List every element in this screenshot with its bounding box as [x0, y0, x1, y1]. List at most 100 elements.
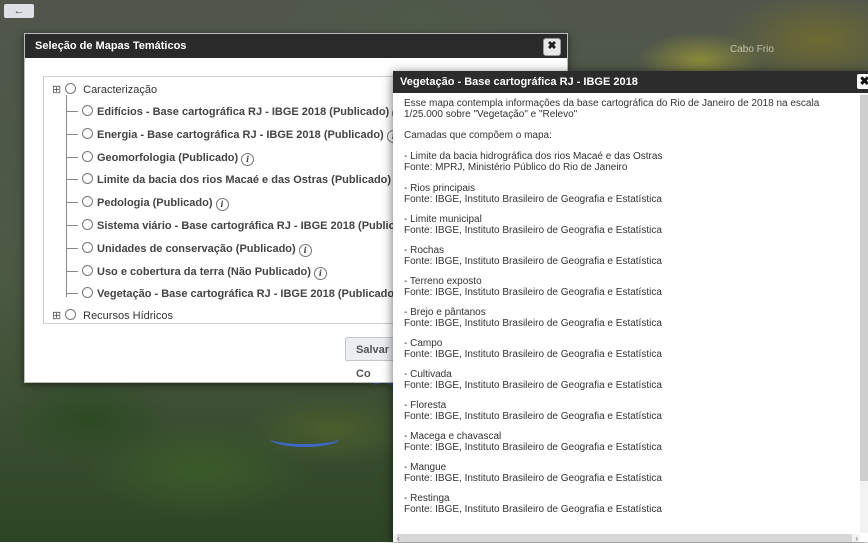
radio-button[interactable] [82, 150, 93, 162]
horizontal-scrollbar-thumb[interactable] [397, 534, 852, 542]
layer-name: - Rios principais [404, 183, 476, 194]
layer-source: Fonte: IBGE, Instituto Brasileiro de Geo… [404, 194, 662, 205]
tree-item-label: Uso e cobertura da terra (Não Publicado) [97, 265, 311, 278]
info-icon[interactable]: i [241, 152, 255, 166]
layer-entry: - Campo Fonte: IBGE, Instituto Brasileiro… [404, 338, 860, 360]
layer-source: Fonte: IBGE, Instituto Brasileiro de Geo… [404, 473, 662, 484]
tree-item-label: Geomorfologia (Publicado) [97, 151, 239, 164]
tree-item[interactable]: Unidades de conservação (Publicado) i [82, 241, 312, 257]
tree-item[interactable]: Limite da bacia dos rios Macaé e das Ost… [82, 173, 408, 189]
layer-entry: - Mangue Fonte: IBGE, Instituto Brasileir… [404, 462, 860, 484]
layer-source: Fonte: IBGE, Instituto Brasileiro de Geo… [404, 225, 662, 236]
close-button[interactable]: ✖ [543, 38, 561, 56]
tree-item[interactable]: Pedologia (Publicado) i [82, 196, 229, 212]
layer-entry: - Brejo e pântanos Fonte: IBGE, Instituto… [404, 307, 860, 329]
layer-name: - Limite municipal [404, 214, 482, 225]
layer-name: - Limite da bacia hidrográfica dos rios … [404, 151, 663, 162]
dialog-title: Seleção de Mapas Temáticos ✖ [25, 34, 567, 58]
info-dialog-title: Vegetação - Base cartográfica RJ - IBGE … [393, 71, 868, 93]
layer-name: - Brejo e pântanos [404, 307, 486, 318]
river-line [270, 430, 340, 447]
layer-source: Fonte: IBGE, Instituto Brasileiro de Geo… [404, 411, 662, 422]
layer-name: - Cultivada [404, 369, 452, 380]
vertical-scrollbar-thumb[interactable] [860, 95, 868, 481]
layer-name: - Mangue [404, 462, 447, 473]
layers-heading: Camadas que compõem o mapa: [404, 130, 552, 141]
layer-entry: - Restinga Fonte: IBGE, Instituto Brasile… [404, 493, 860, 515]
tree-item[interactable]: Edifícios - Base cartográfica RJ - IBGE … [82, 105, 406, 120]
tree-item-label: Unidades de conservação (Publicado) [97, 242, 296, 255]
info-dialog-title-text: Vegetação - Base cartográfica RJ - IBGE … [400, 76, 638, 88]
info-content: Esse mapa contempla informações da base … [404, 98, 860, 528]
tree-root-recursos-hidricos[interactable]: ⊞ Recursos Hídricos [52, 309, 173, 322]
layer-source: Fonte: IBGE, Instituto Brasileiro de Geo… [404, 380, 662, 391]
layer-source: Fonte: IBGE, Instituto Brasileiro de Geo… [404, 504, 662, 515]
layer-source: Fonte: MPRJ, Ministério Público do Rio d… [404, 162, 628, 173]
map-info-dialog: Vegetação - Base cartográfica RJ - IBGE … [393, 71, 868, 543]
layer-name: - Restinga [404, 493, 450, 504]
radio-button[interactable] [82, 127, 93, 139]
tree-item-label: Edifícios - Base cartográfica RJ - IBGE … [97, 106, 390, 118]
map-place-label: Cabo Frio [730, 44, 774, 55]
tree-connector [66, 270, 78, 272]
layer-name: - Rochas [404, 245, 445, 256]
tree-root-caracterizacao[interactable]: ⊞ Caracterização [52, 83, 157, 96]
tree-root-label: Recursos Hídricos [83, 310, 173, 322]
layer-source: Fonte: IBGE, Instituto Brasileiro de Geo… [404, 287, 662, 298]
layer-name: - Floresta [404, 400, 447, 411]
layer-entry: - Cultivada Fonte: IBGE, Instituto Brasil… [404, 369, 860, 391]
radio-button[interactable] [82, 287, 93, 299]
radio-button[interactable] [82, 105, 93, 116]
expand-icon[interactable]: ⊞ [52, 309, 62, 322]
layer-entry: - Macega e chavascal Fonte: IBGE, Institu… [404, 431, 860, 453]
tree-item[interactable]: Vegetação - Base cartográfica RJ - IBGE … [82, 287, 414, 303]
layer-name: - Macega e chavascal [404, 431, 502, 442]
tree-item-label: Energia - Base cartográfica RJ - IBGE 20… [97, 128, 384, 141]
tree-item[interactable]: Energia - Base cartográfica RJ - IBGE 20… [82, 127, 400, 143]
tree-item[interactable]: Uso e cobertura da terra (Não Publicado)… [82, 264, 327, 280]
layer-entry: - Rochas Fonte: IBGE, Instituto Brasileir… [404, 245, 860, 267]
expand-icon[interactable]: ⊞ [52, 83, 62, 96]
tree-connector [66, 179, 78, 181]
layer-entry: - Floresta Fonte: IBGE, Instituto Brasile… [404, 400, 860, 422]
layer-source: Fonte: IBGE, Instituto Brasileiro de Geo… [404, 442, 662, 453]
tree-connector [66, 133, 78, 135]
tree-connector [66, 293, 78, 295]
tree-item-label: Limite da bacia dos rios Macaé e das Ost… [97, 174, 392, 187]
layer-entry: - Limite municipal Fonte: IBGE, Instituto… [404, 214, 860, 236]
radio-button[interactable] [82, 241, 93, 253]
radio-button[interactable] [82, 196, 93, 208]
close-button[interactable]: ✖ [857, 74, 868, 89]
layer-entry: - Rios principais Fonte: IBGE, Instituto … [404, 183, 860, 205]
radio-button[interactable] [82, 173, 93, 185]
tree-item-label: Sistema viário - Base cartográfica RJ - … [97, 220, 418, 232]
layer-entry: - Terreno exposto Fonte: IBGE, Instituto … [404, 276, 860, 298]
tree-item[interactable]: Geomorfologia (Publicado) i [82, 150, 255, 166]
layer-name: - Campo [404, 338, 443, 349]
tree-item-label: Vegetação - Base cartográfica RJ - IBGE … [97, 288, 398, 301]
radio-button[interactable] [82, 219, 93, 230]
dialog-title-text: Seleção de Mapas Temáticos [35, 40, 187, 52]
layer-source: Fonte: IBGE, Instituto Brasileiro de Geo… [404, 318, 662, 329]
tree-connector [66, 156, 78, 158]
intro-text: Esse mapa contempla informações da base … [404, 98, 820, 120]
layer-source: Fonte: IBGE, Instituto Brasileiro de Geo… [404, 349, 662, 360]
info-icon[interactable]: i [313, 266, 327, 280]
tree-item-label: Pedologia (Publicado) [97, 197, 213, 210]
radio-button[interactable] [65, 309, 77, 320]
tree-connector [66, 247, 78, 249]
tree-connector [66, 95, 67, 297]
tree-connector [66, 225, 78, 226]
radio-button[interactable] [65, 83, 77, 94]
layer-source: Fonte: IBGE, Instituto Brasileiro de Geo… [404, 256, 662, 267]
tree-item[interactable]: Sistema viário - Base cartográfica RJ - … [82, 219, 434, 234]
tree-connector [66, 202, 78, 204]
tree-connector [66, 111, 78, 112]
tree-root-label: Caracterização [83, 84, 158, 96]
back-button[interactable]: ← [4, 4, 34, 18]
info-icon[interactable]: i [215, 198, 229, 212]
info-icon[interactable]: i [298, 243, 312, 257]
radio-button[interactable] [82, 264, 93, 276]
layer-entry: - Limite da bacia hidrográfica dos rios … [404, 151, 860, 173]
layer-name: - Terreno exposto [404, 276, 482, 287]
